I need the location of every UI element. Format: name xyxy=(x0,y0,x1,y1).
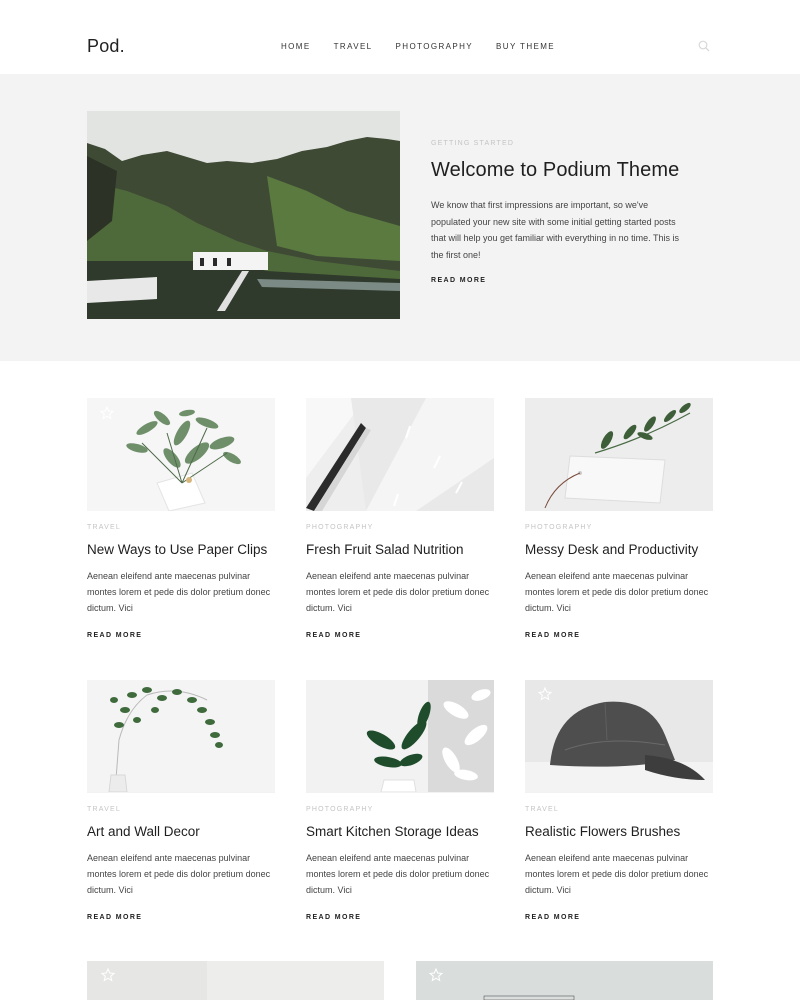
post-excerpt: Aenean eleifend ante maecenas pulvinar m… xyxy=(306,571,490,613)
post-thumbnail[interactable] xyxy=(87,961,384,1000)
nav-home[interactable]: HOME xyxy=(281,42,311,51)
post-excerpt: Aenean eleifend ante maecenas pulvinar m… xyxy=(525,853,709,895)
nav-travel[interactable]: TRAVEL xyxy=(334,42,373,51)
nav-photography[interactable]: PHOTOGRAPHY xyxy=(396,42,474,51)
star-icon xyxy=(100,406,114,420)
post-category[interactable]: TRAVEL xyxy=(87,806,121,813)
hero-excerpt: We know that first impressions are impor… xyxy=(431,200,679,260)
hero-read-more-link[interactable]: READ MORE xyxy=(431,277,486,284)
hero-image[interactable] xyxy=(87,111,400,319)
post-thumbnail[interactable] xyxy=(87,680,275,793)
post-category[interactable]: PHOTOGRAPHY xyxy=(525,524,593,531)
main-nav: HOME TRAVEL PHOTOGRAPHY BUY THEME xyxy=(281,42,555,51)
post-title[interactable]: Realistic Flowers Brushes xyxy=(525,824,680,839)
post-excerpt: Aenean eleifend ante maecenas pulvinar m… xyxy=(87,571,271,613)
post-category[interactable]: PHOTOGRAPHY xyxy=(306,524,374,531)
search-icon[interactable] xyxy=(698,40,710,52)
hero-section: GETTING STARTED Welcome to Podium Theme … xyxy=(0,74,800,361)
post-category[interactable]: PHOTOGRAPHY xyxy=(306,806,374,813)
post-category[interactable]: TRAVEL xyxy=(87,524,121,531)
hero-category[interactable]: GETTING STARTED xyxy=(431,140,514,147)
post-excerpt: Aenean eleifend ante maecenas pulvinar m… xyxy=(525,571,709,613)
post-thumbnail[interactable] xyxy=(525,680,713,793)
nav-buy-theme[interactable]: BUY THEME xyxy=(496,42,555,51)
post-title[interactable]: Smart Kitchen Storage Ideas xyxy=(306,824,479,839)
read-more-link[interactable]: READ MORE xyxy=(306,914,361,921)
post-excerpt: Aenean eleifend ante maecenas pulvinar m… xyxy=(306,853,490,895)
star-icon xyxy=(538,687,552,701)
site-logo[interactable]: Pod. xyxy=(87,36,125,57)
star-icon xyxy=(101,968,115,982)
site-header: Pod. HOME TRAVEL PHOTOGRAPHY BUY THEME xyxy=(0,0,800,74)
hero-title[interactable]: Welcome to Podium Theme xyxy=(431,159,679,182)
read-more-link[interactable]: READ MORE xyxy=(87,632,142,639)
post-title[interactable]: New Ways to Use Paper Clips xyxy=(87,542,267,557)
read-more-link[interactable]: READ MORE xyxy=(525,632,580,639)
post-thumbnail[interactable] xyxy=(525,398,713,511)
post-thumbnail[interactable] xyxy=(416,961,713,1000)
read-more-link[interactable]: READ MORE xyxy=(306,632,361,639)
post-title[interactable]: Fresh Fruit Salad Nutrition xyxy=(306,542,464,557)
post-category[interactable]: TRAVEL xyxy=(525,806,559,813)
post-thumbnail[interactable] xyxy=(87,398,275,511)
post-title[interactable]: Messy Desk and Productivity xyxy=(525,542,698,557)
read-more-link[interactable]: READ MORE xyxy=(87,914,142,921)
post-excerpt: Aenean eleifend ante maecenas pulvinar m… xyxy=(87,853,271,895)
post-thumbnail[interactable] xyxy=(306,680,494,793)
star-icon xyxy=(429,968,443,982)
post-title[interactable]: Art and Wall Decor xyxy=(87,824,200,839)
post-thumbnail[interactable] xyxy=(306,398,494,511)
read-more-link[interactable]: READ MORE xyxy=(525,914,580,921)
